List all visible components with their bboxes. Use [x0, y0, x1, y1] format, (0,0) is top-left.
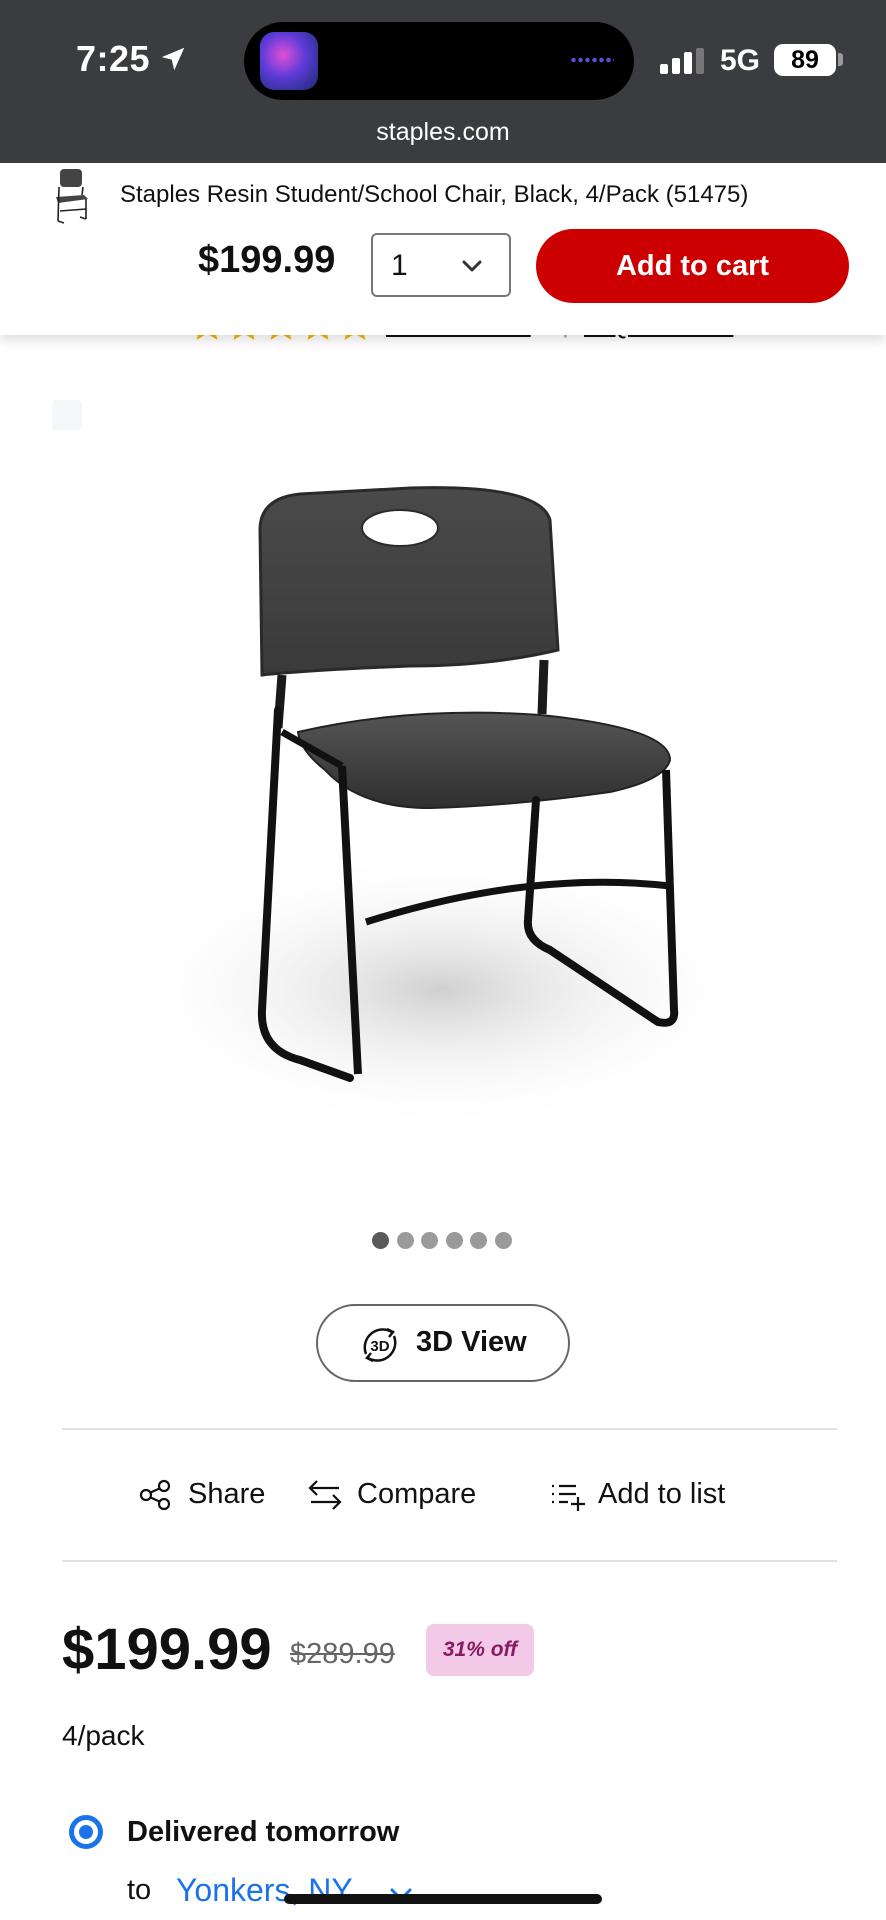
carousel-dot[interactable] [494, 1232, 512, 1249]
pack-size: 4/pack [62, 1720, 145, 1751]
sticky-product-title: Staples Resin Student/School Chair, Blac… [120, 181, 749, 208]
delivery-radio[interactable] [69, 1815, 103, 1849]
svg-text:3D: 3D [370, 1338, 389, 1355]
location-arrow-icon [161, 47, 185, 71]
3d-view-label: 3D View [416, 1326, 527, 1358]
quantity-value: 1 [391, 249, 408, 282]
3d-rotate-icon: 3D [363, 1327, 397, 1363]
compare-arrows-icon [308, 1480, 342, 1510]
now-playing-artwork-icon [260, 32, 318, 90]
clock: 7:25 [76, 38, 151, 79]
divider-bottom [62, 1560, 837, 1562]
delivery-option-label: Delivered tomorrow [127, 1816, 400, 1848]
add-to-cart-button[interactable]: Add to cart [536, 229, 849, 303]
add-to-list-label: Add to list [598, 1478, 726, 1510]
dynamic-island [244, 22, 634, 100]
audio-waveform-icon [570, 57, 614, 63]
add-to-list-icon [552, 1484, 585, 1511]
home-indicator[interactable] [284, 1894, 602, 1904]
share-label: Share [188, 1478, 266, 1510]
battery-icon: 89 [774, 44, 836, 76]
carousel-dot[interactable] [372, 1232, 389, 1249]
cellular-signal-icon [660, 48, 706, 74]
carousel-dot[interactable] [396, 1232, 414, 1249]
carousel-dot[interactable] [445, 1232, 463, 1249]
carousel-dots[interactable] [372, 1232, 519, 1252]
delivery-to-label: to [127, 1874, 152, 1906]
image-thumbnail-placeholder [52, 400, 82, 430]
product-image-chair[interactable] [110, 470, 780, 1170]
product-thumbnail [56, 169, 88, 224]
sticky-price: $199.99 [198, 239, 336, 281]
network-type: 5G [720, 44, 761, 77]
battery-tip [838, 53, 843, 66]
add-to-list-button[interactable]: Add to list [550, 1474, 750, 1518]
current-price: $199.99 [62, 1617, 272, 1682]
share-icon [139, 1479, 171, 1511]
discount-badge: 31% off [426, 1624, 534, 1676]
3d-view-button[interactable]: 3D 3D View [316, 1304, 570, 1382]
address-bar-url[interactable]: staples.com [0, 118, 886, 147]
quantity-select[interactable]: 1 [371, 233, 511, 297]
compare-button[interactable]: Compare [307, 1474, 487, 1518]
original-price: $289.99 [290, 1638, 395, 1670]
carousel-dot[interactable] [470, 1232, 487, 1249]
status-bar: 7:25 5G 89 staples.com [0, 0, 886, 163]
sticky-add-to-cart-bar: Staples Resin Student/School Chair, Blac… [0, 163, 886, 335]
compare-label: Compare [357, 1478, 477, 1510]
carousel-dot[interactable] [421, 1232, 438, 1249]
chevron-down-icon [462, 260, 482, 272]
share-button[interactable]: Share [138, 1474, 268, 1518]
divider-top [62, 1428, 837, 1430]
